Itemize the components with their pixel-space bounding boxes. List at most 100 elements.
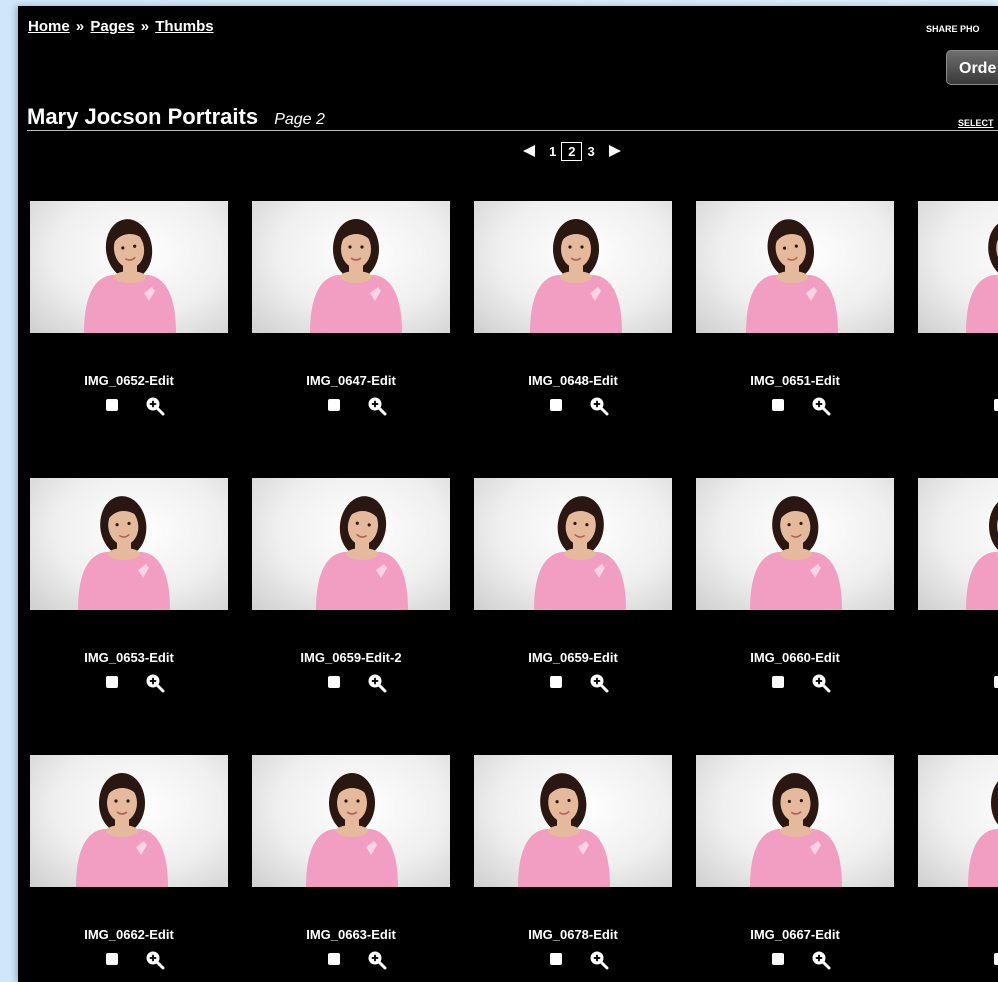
photo-thumbnail[interactable] [918, 755, 998, 887]
breadcrumb-separator: » [140, 18, 150, 35]
photo-thumbnail[interactable] [252, 755, 450, 887]
portrait-image [746, 219, 838, 333]
photo-thumbnail[interactable] [474, 201, 672, 333]
select-checkbox[interactable] [994, 676, 998, 688]
previous-page-icon[interactable] [523, 145, 535, 157]
select-checkbox[interactable] [106, 676, 118, 688]
zoom-in-icon[interactable] [589, 673, 609, 693]
gallery-window: Home » Pages » Thumbs SHARE PHO Orde Mar… [18, 6, 998, 982]
page-link-3[interactable]: 3 [582, 144, 599, 159]
photo-controls [474, 949, 672, 970]
photo-thumbnail[interactable] [30, 478, 228, 610]
photo-controls [30, 672, 228, 693]
photo-thumbnail[interactable] [696, 201, 894, 333]
next-page-icon[interactable] [608, 145, 621, 157]
zoom-in-icon[interactable] [811, 950, 831, 970]
photo-thumbnail[interactable] [252, 201, 450, 333]
zoom-in-icon[interactable] [811, 673, 831, 693]
photo-controls [252, 395, 450, 416]
photo-controls [30, 949, 228, 970]
photo-name: IMG_0647-Edit [306, 373, 396, 388]
zoom-in-icon[interactable] [145, 950, 165, 970]
photo-thumbnail[interactable] [474, 478, 672, 610]
photo-controls [474, 672, 672, 693]
portrait-image [310, 219, 402, 333]
photo-controls [918, 395, 998, 413]
photo-name: IMG_0659-Edit [528, 650, 618, 665]
photo-thumbnail[interactable] [918, 478, 998, 610]
photo-name: IMG_0662-Edit [84, 927, 174, 942]
zoom-in-icon[interactable] [367, 673, 387, 693]
select-checkbox[interactable] [772, 399, 784, 411]
select-checkbox[interactable] [106, 399, 118, 411]
page-indicator: Page 2 [274, 111, 325, 128]
photo-controls [918, 672, 998, 690]
photo-name: IMG [918, 373, 998, 388]
portrait-image [750, 773, 842, 887]
zoom-in-icon[interactable] [367, 950, 387, 970]
zoom-in-icon[interactable] [589, 396, 609, 416]
breadcrumb-pages-link[interactable]: Pages [90, 18, 134, 35]
photo-thumbnail[interactable] [918, 201, 998, 333]
photo-controls [30, 395, 228, 416]
photo-controls [252, 672, 450, 693]
zoom-in-icon[interactable] [811, 396, 831, 416]
breadcrumb: Home » Pages » Thumbs [28, 18, 214, 35]
breadcrumb-thumbs-link[interactable]: Thumbs [155, 18, 213, 35]
select-checkbox[interactable] [550, 399, 562, 411]
photo-controls [696, 395, 894, 416]
portrait-image [78, 496, 170, 610]
photo-name: IMG_0651-Edit [750, 373, 840, 388]
select-checkbox[interactable] [328, 953, 340, 965]
photo-thumbnail[interactable] [696, 478, 894, 610]
photo-name: IMG_0663-Edit [306, 927, 396, 942]
page-title: Mary Jocson Portraits Page 2 [27, 104, 325, 130]
zoom-in-icon[interactable] [589, 950, 609, 970]
zoom-in-icon[interactable] [145, 673, 165, 693]
page-link-2-current[interactable]: 2 [561, 141, 583, 161]
share-photos-label: SHARE PHO [926, 24, 980, 34]
select-checkbox[interactable] [772, 676, 784, 688]
gallery-title-text: Mary Jocson Portraits [27, 104, 259, 129]
portrait-image [968, 781, 998, 887]
photo-name: IMG_0667-Edit [750, 927, 840, 942]
photo-name: IMG_0648-Edit [528, 373, 618, 388]
select-checkbox[interactable] [994, 399, 998, 411]
photo-name: IMG_0659-Edit-2 [300, 650, 402, 665]
photo-controls [696, 672, 894, 693]
photo-thumbnail[interactable] [696, 755, 894, 887]
portrait-image [530, 219, 622, 333]
zoom-in-icon[interactable] [145, 396, 165, 416]
breadcrumb-separator: » [75, 18, 85, 35]
pagination: 1 2 3 [523, 140, 621, 162]
photo-name: IMG [918, 927, 998, 942]
portrait-image [750, 496, 842, 610]
portrait-image [966, 219, 998, 333]
portrait-image [76, 773, 168, 887]
select-checkbox[interactable] [550, 676, 562, 688]
breadcrumb-home-link[interactable]: Home [28, 18, 70, 35]
zoom-in-icon[interactable] [367, 396, 387, 416]
portrait-image [316, 496, 408, 610]
select-checkbox[interactable] [106, 953, 118, 965]
select-checkbox[interactable] [994, 953, 998, 965]
select-checkbox[interactable] [328, 399, 340, 411]
select-checkbox[interactable] [550, 953, 562, 965]
select-checkbox[interactable] [772, 953, 784, 965]
portrait-image [966, 502, 998, 610]
photo-name: IMG_0653-Edit [84, 650, 174, 665]
photo-thumbnail[interactable] [30, 201, 228, 333]
photo-thumbnail[interactable] [30, 755, 228, 887]
photo-thumbnail[interactable] [474, 755, 672, 887]
select-link[interactable]: SELECT [958, 118, 994, 128]
page-link-1[interactable]: 1 [544, 144, 561, 159]
order-button[interactable]: Orde [946, 50, 998, 85]
photo-thumbnail[interactable] [252, 478, 450, 610]
photo-controls [918, 949, 998, 967]
photo-name: IMG [918, 650, 998, 665]
select-checkbox[interactable] [328, 676, 340, 688]
photo-name: IMG_0660-Edit [750, 650, 840, 665]
photo-controls [474, 395, 672, 416]
portrait-image [84, 219, 176, 333]
photo-controls [252, 949, 450, 970]
